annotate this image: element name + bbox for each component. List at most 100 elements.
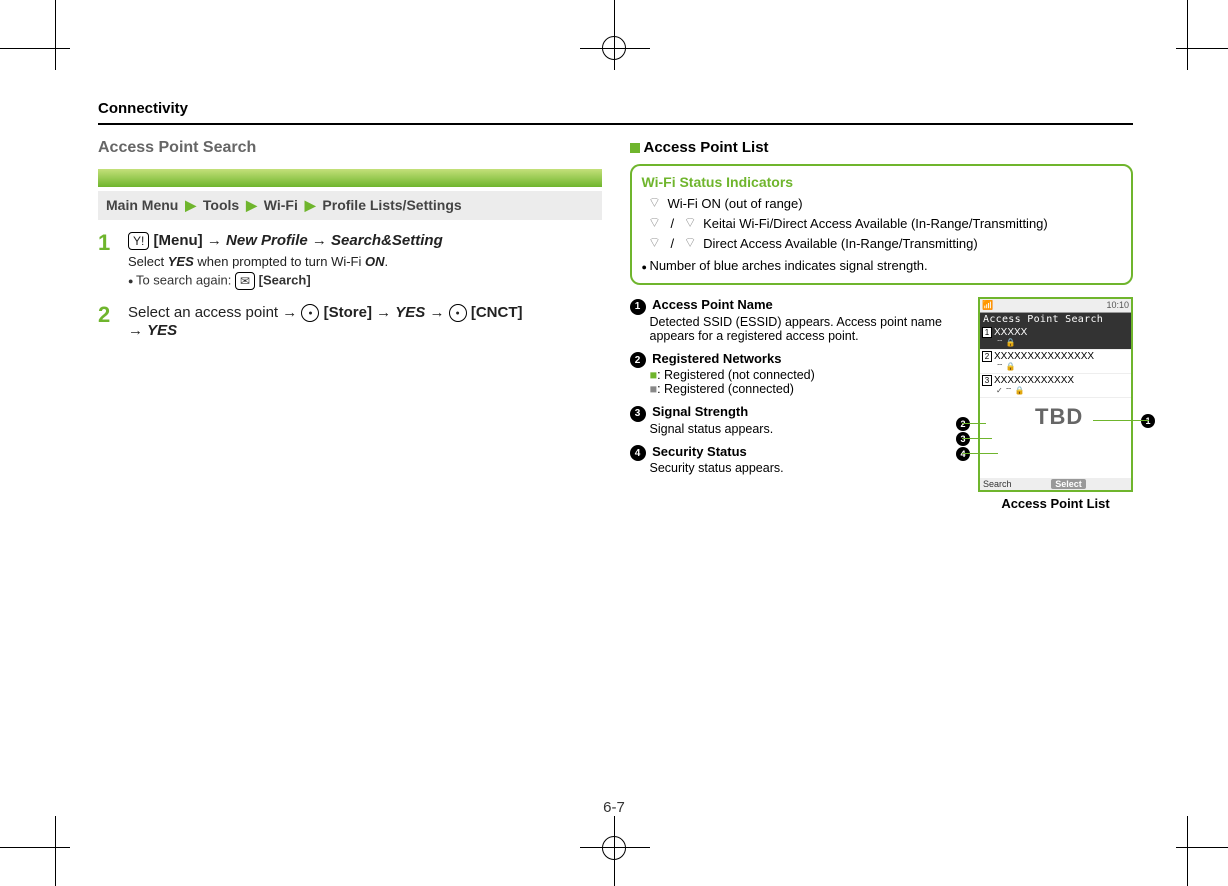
wifi-row1-desc: Wi-Fi ON (out of range) <box>668 196 1122 211</box>
callout-number-2: 2 <box>630 352 646 368</box>
phone-softkeys: Search Select <box>980 478 1131 490</box>
phone-ap-item-2: 2XXXXXXXXXXXXXXX ⌔ 🔒 <box>980 350 1131 374</box>
y-key-icon: Y! <box>128 232 149 250</box>
wifi-keitai-icon: ⌔ <box>642 214 668 232</box>
callout-number-1: 1 <box>630 299 646 315</box>
menu-path: Main Menu ▶ Tools ▶ Wi-Fi ▶ Profile List… <box>98 191 602 220</box>
arrow-icon: → <box>207 232 222 249</box>
wifi-status-indicators-box: Wi-Fi Status Indicators ⌔ Wi-Fi ON (out … <box>630 164 1134 285</box>
menu-label: [Menu] <box>154 232 203 249</box>
wifi-box-title: Wi-Fi Status Indicators <box>642 174 1122 190</box>
legend-2-label: Registered Networks <box>652 351 781 366</box>
path-sep-icon: ▶ <box>182 197 199 213</box>
callout-marker-1: 1 <box>1141 414 1155 428</box>
step1-note-b: when prompted to turn Wi-Fi <box>194 254 365 269</box>
phone-ap-item-3: 3XXXXXXXXXXXX ✓ ⌔ 🔒 <box>980 374 1131 398</box>
legend-3-desc: Signal status appears. <box>650 422 969 436</box>
phone-item1-icons: ⌔ 🔒 <box>982 338 1129 348</box>
step2-text-a: Select an access point <box>128 304 278 321</box>
legend-2-desc1: : Registered (not connected) <box>657 368 815 382</box>
callout-marker-3: 3 <box>956 432 970 446</box>
phone-item1-ssid: XXXXX <box>994 327 1027 338</box>
callout-marker-4: 4 <box>956 447 970 461</box>
callout-line <box>962 423 986 424</box>
center-key-icon <box>449 304 467 322</box>
crop-mark <box>0 48 70 49</box>
wifi-box-note: Number of blue arches indicates signal s… <box>642 258 1122 273</box>
green-divider <box>98 169 602 187</box>
registered-connected-icon: ■ <box>650 382 658 396</box>
crop-mark <box>55 0 56 70</box>
legend-item-2: 2 Registered Networks ■: Registered (not… <box>630 351 969 397</box>
yes-label: YES <box>147 322 177 339</box>
arrow-icon: → <box>312 232 327 249</box>
softkey-right <box>1125 479 1128 489</box>
crop-circle <box>602 836 626 860</box>
registered-not-connected-icon: ■ <box>650 368 658 382</box>
legend-1-desc: Detected SSID (ESSID) appears. Access po… <box>650 315 969 343</box>
page-header: Connectivity <box>98 100 1133 125</box>
softkey-center: Select <box>1051 479 1086 489</box>
legend-4-label: Security Status <box>652 444 747 459</box>
signal-icon: 📶 <box>982 300 993 311</box>
phone-item2-icons: ⌔ 🔒 <box>982 362 1129 372</box>
phone-ap-item-1: 1XXXXX ⌔ 🔒 <box>980 326 1131 350</box>
legend-item-1: 1 Access Point Name Detected SSID (ESSID… <box>630 297 969 343</box>
step-2: 2 Select an access point → [Store] → YES… <box>98 304 602 339</box>
section-title-access-point-list: Access Point List <box>644 139 769 156</box>
slash: / <box>668 216 678 231</box>
crop-circle <box>602 36 626 60</box>
legend-2-desc2: : Registered (connected) <box>657 382 794 396</box>
step1-note-c: . <box>385 254 389 269</box>
cnct-label: [CNCT] <box>471 304 523 321</box>
phone-time: 10:10 <box>1106 300 1129 311</box>
yes-label: YES <box>395 304 425 321</box>
crop-mark <box>1176 48 1228 49</box>
green-square-icon <box>630 143 640 153</box>
path-sep-icon: ▶ <box>243 197 260 213</box>
store-label: [Store] <box>324 304 372 321</box>
callout-number-4: 4 <box>630 445 646 461</box>
phone-item3-icons: ✓ ⌔ 🔒 <box>982 386 1129 396</box>
phone-item3-ssid: XXXXXXXXXXXX <box>994 375 1074 386</box>
yes-label: YES <box>168 254 194 269</box>
path-tools: Tools <box>203 197 239 213</box>
crop-mark <box>0 847 70 848</box>
crop-mark <box>55 816 56 886</box>
phone-screenshot: 📶 10:10 Access Point Search 1XXXXX ⌔ 🔒 2… <box>978 297 1133 492</box>
arrow-icon: → <box>376 304 391 321</box>
legend-3-label: Signal Strength <box>652 404 748 419</box>
tbd-overlay: TBD <box>1035 404 1083 430</box>
wifi-keitai-tx-icon: ⌔ <box>677 214 703 232</box>
search-label: [Search] <box>259 272 311 287</box>
step-number: 1 <box>98 232 128 290</box>
section-title-access-point-search: Access Point Search <box>98 139 602 161</box>
path-wifi: Wi-Fi <box>264 197 298 213</box>
callout-marker-2: 2 <box>956 417 970 431</box>
search-setting-label: Search&Setting <box>331 232 443 249</box>
arrow-icon: → <box>429 304 444 321</box>
wifi-direct-icon: ⌔ <box>642 234 668 252</box>
wifi-outofrange-icon: ⌔ <box>642 194 668 212</box>
legend-item-3: 3 Signal Strength Signal status appears. <box>630 404 969 436</box>
path-profile-lists: Profile Lists/Settings <box>322 197 461 213</box>
legend-4-desc: Security status appears. <box>650 461 969 475</box>
on-label: ON <box>365 254 385 269</box>
step1-note-a: Select <box>128 254 168 269</box>
crop-mark <box>1176 847 1228 848</box>
crop-mark <box>1187 0 1188 70</box>
mail-key-icon: ✉ <box>235 272 255 290</box>
legend-item-4: 4 Security Status Security status appear… <box>630 444 969 476</box>
callout-line <box>1093 420 1149 421</box>
phone-caption: Access Point List <box>978 496 1133 511</box>
wifi-row2-desc: Keitai Wi-Fi/Direct Access Available (In… <box>703 216 1121 231</box>
phone-item2-ssid: XXXXXXXXXXXXXXX <box>994 351 1094 362</box>
page-number: 6-7 <box>603 799 625 816</box>
callout-line <box>962 438 992 439</box>
path-sep-icon: ▶ <box>302 197 319 213</box>
callout-line <box>962 453 998 454</box>
arrow-icon: → <box>128 322 143 339</box>
phone-screen-title: Access Point Search <box>980 313 1131 326</box>
softkey-left: Search <box>983 479 1012 489</box>
center-key-icon <box>301 304 319 322</box>
